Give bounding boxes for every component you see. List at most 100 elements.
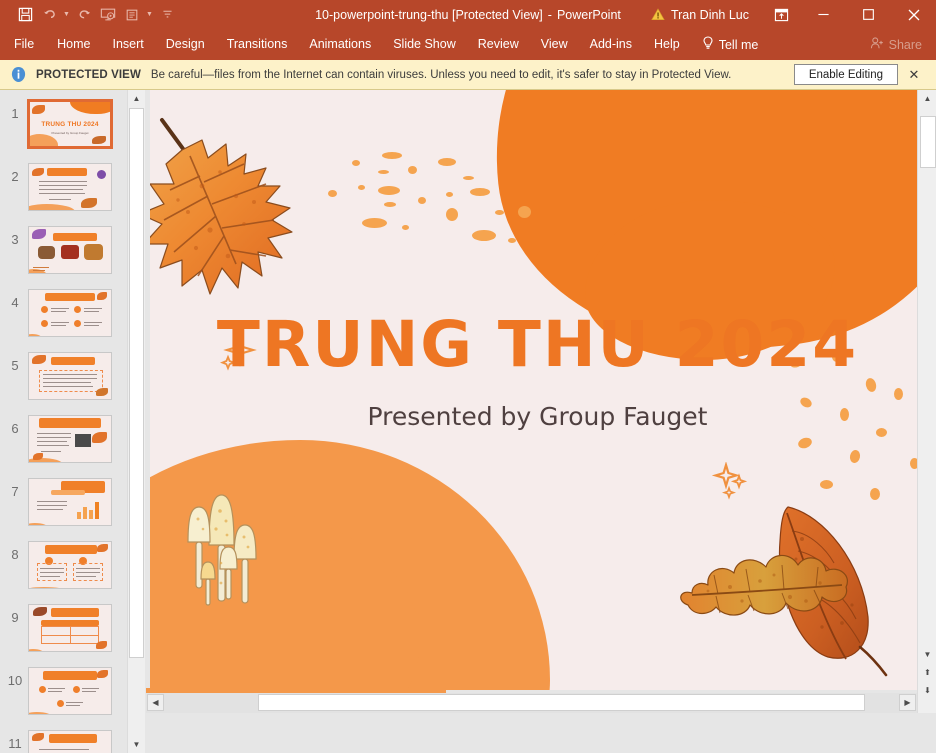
maple-leaf-decoration [150,112,330,337]
thumbnail-number: 10 [7,673,23,688]
share-label: Share [888,37,922,52]
thumbnail-number: 7 [11,484,19,499]
slide-horizontal-scrollbar[interactable]: ◀ ▶ [146,693,917,713]
thumbnail-image [28,478,112,526]
thumbnail-image [28,604,112,652]
thumbnail-panel-scrollbar[interactable]: ▲ ▼ [127,90,145,753]
thumbnail-number: 1 [11,106,19,121]
protected-view-close-icon[interactable]: ✕ [906,65,922,85]
ribbon-options-icon[interactable] [761,0,801,29]
thumbnail-image: TRUNG THU 2024 Presented by Group Fauget [28,100,112,148]
thumbnail-slide-10[interactable]: 10 [0,665,127,727]
slide-thumbnail-panel[interactable]: 1 TRUNG THU 2024 Presented by Group Faug… [0,90,127,753]
mushrooms-decoration [180,487,290,622]
maximize-button[interactable] [846,0,891,29]
powerpoint-window: ▼ ▼ 10-powerpoint-trung-thu [Protected V… [0,0,936,753]
thumbnail-scrollbar-thumb[interactable] [129,108,144,658]
lightbulb-icon [702,36,714,53]
customize-qat-icon[interactable] [156,4,178,26]
thumbnail-image [28,352,112,400]
thumbnail-slide-3[interactable]: 3 [0,224,127,286]
tab-home[interactable]: Home [46,29,101,60]
slide-vertical-scrollbar[interactable]: ▲ ▼ ⬆ ⬇ [917,90,936,753]
thumbnail-image [28,163,112,211]
thumbnail-image [28,730,112,753]
thumbnail-number: 6 [11,421,19,436]
tab-insert[interactable]: Insert [102,29,155,60]
touch-mode-icon[interactable] [121,4,143,26]
vertical-scrollbar-thumb[interactable] [920,116,936,168]
minimize-button[interactable] [801,0,846,29]
close-button[interactable] [891,0,936,29]
thumbnail-slide-11[interactable]: 11 [0,728,127,753]
protected-view-message: Be careful—files from the Internet can c… [150,68,732,81]
thumbnail-number: 4 [11,295,19,310]
undo-icon[interactable] [38,4,60,26]
thumbnail-number: 8 [11,547,19,562]
thumbnail-slide-8[interactable]: 8 [0,539,127,601]
title-bar: ▼ ▼ 10-powerpoint-trung-thu [Protected V… [0,0,936,29]
thumbnail-number: 9 [11,610,19,625]
thumbnail-image [28,289,112,337]
tab-slide-show[interactable]: Slide Show [382,29,467,60]
slide-title-text[interactable]: TRUNG THU 2024 [150,308,917,381]
thumbnail-image [28,667,112,715]
thumbnail-slide-1[interactable]: 1 TRUNG THU 2024 Presented by Group Faug… [0,98,127,160]
redo-icon[interactable] [73,4,95,26]
account-name: Tran Dinh Luc [670,7,749,22]
scroll-down-icon[interactable]: ▼ [919,646,936,663]
thumbnail-slide-4[interactable]: 4 [0,287,127,349]
window-controls: Tran Dinh Luc [651,0,936,29]
info-icon [10,66,27,83]
thumbnail-image [28,226,112,274]
scroll-left-icon[interactable]: ◀ [147,694,164,711]
protected-view-label: PROTECTED VIEW [36,68,141,81]
protected-view-bar: PROTECTED VIEW Be careful—files from the… [0,60,936,90]
tab-transitions[interactable]: Transitions [216,29,299,60]
thumbnail-slide-2[interactable]: 2 [0,161,127,223]
tab-review[interactable]: Review [467,29,530,60]
thumbnail-scroll-up-icon[interactable]: ▲ [128,90,145,107]
thumbnail-slide-9[interactable]: 9 [0,602,127,664]
next-slide-icon[interactable]: ⬇ [919,682,936,699]
thumbnail-slide-7[interactable]: 7 [0,476,127,538]
previous-slide-icon[interactable]: ⬆ [919,664,936,681]
thumbnail-number: 2 [11,169,19,184]
thumbnail-slide-5[interactable]: 5 [0,350,127,412]
thumbnail-slide-6[interactable]: 6 [0,413,127,475]
account-indicator[interactable]: Tran Dinh Luc [651,8,749,22]
horizontal-scrollbar-thumb[interactable] [258,694,865,711]
thumbnail-image [28,541,112,589]
tell-me-label: Tell me [718,37,759,52]
autumn-leaves-decoration [670,497,917,682]
share-person-icon [870,36,884,53]
share-button[interactable]: Share [870,36,922,53]
enable-editing-button[interactable]: Enable Editing [793,64,898,85]
window-title-separator: - [547,7,552,22]
tab-design[interactable]: Design [155,29,216,60]
touch-mode-dropdown-icon[interactable]: ▼ [145,4,154,26]
undo-dropdown-icon[interactable]: ▼ [62,4,71,26]
slide-canvas[interactable]: TRUNG THU 2024 Presented by Group Fauget [150,90,917,690]
slideshow-icon[interactable] [97,4,119,26]
tell-me-search[interactable]: Tell me [691,36,770,53]
quick-access-toolbar: ▼ ▼ [0,4,178,26]
scroll-right-icon[interactable]: ▶ [899,694,916,711]
thumbnail-number: 11 [8,736,22,751]
save-icon[interactable] [14,4,36,26]
thumbnail-scroll-down-icon[interactable]: ▼ [128,736,145,753]
tab-add-ins[interactable]: Add-ins [579,29,643,60]
slide-subtitle-text[interactable]: Presented by Group Fauget [150,402,917,431]
thumbnail-image [28,415,112,463]
window-title-app: PowerPoint [556,7,621,22]
thumbnail-number: 5 [11,358,19,373]
slide-stage: TRUNG THU 2024 Presented by Group Fauget [146,90,917,693]
tab-file[interactable]: File [0,29,46,60]
tab-animations[interactable]: Animations [298,29,382,60]
scroll-up-icon[interactable]: ▲ [919,90,936,107]
tab-help[interactable]: Help [643,29,691,60]
status-bar-area [146,713,936,753]
tab-view[interactable]: View [530,29,579,60]
window-title-filename: 10-powerpoint-trung-thu [Protected View] [315,7,543,22]
warning-triangle-icon [651,8,665,21]
